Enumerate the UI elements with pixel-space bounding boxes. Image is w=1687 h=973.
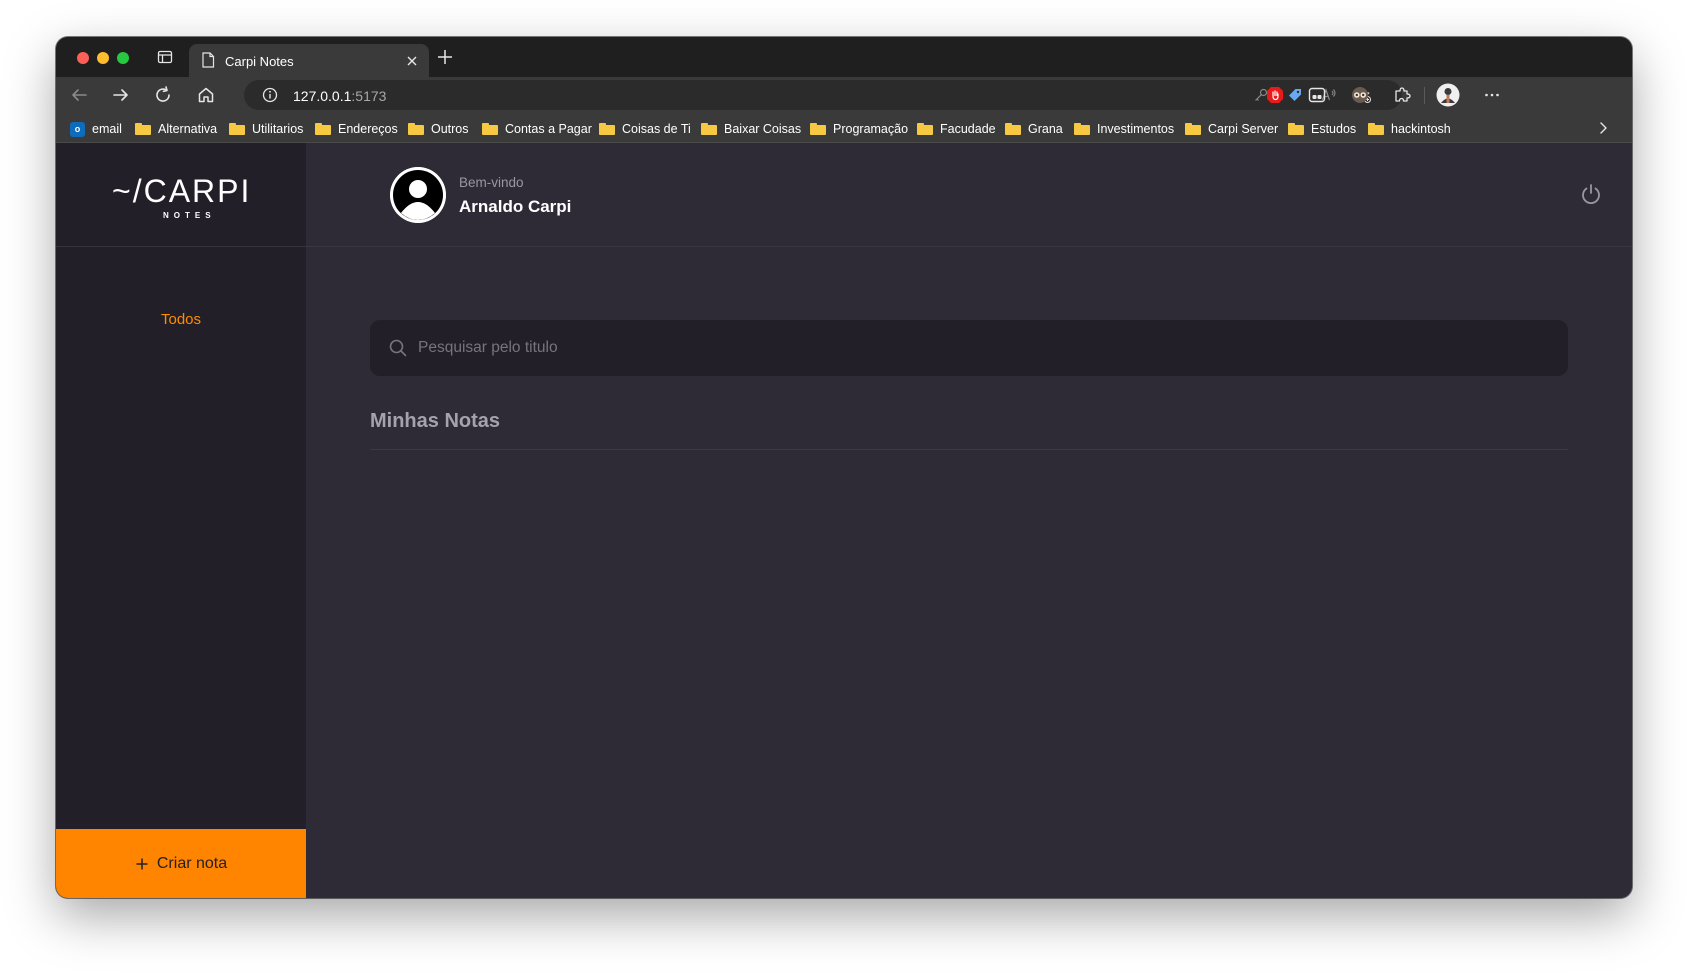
brand: ~/CARPI NOTES [56, 143, 306, 247]
folder-icon [135, 123, 151, 135]
browser-window: Carpi Notes 127.0.0.1:5173 o email Alter… [56, 37, 1632, 898]
address-bar[interactable]: 127.0.0.1:5173 [244, 80, 1402, 110]
folder-icon [1368, 123, 1384, 135]
close-tab-icon[interactable] [405, 54, 419, 68]
section-title: Minhas Notas [370, 410, 1568, 450]
bookmark-label: Outros [431, 122, 469, 136]
bookmark-folder[interactable]: Baixar Coisas [701, 120, 801, 138]
sidebar: ~/CARPI NOTES Todos Criar nota [56, 143, 306, 898]
browser-toolbar: 127.0.0.1:5173 [56, 77, 1632, 114]
url-port: :5173 [351, 88, 387, 104]
bookmark-label: Contas a Pagar [505, 122, 592, 136]
bookmark-label: Alternativa [158, 122, 218, 136]
main-content: Minhas Notas [306, 247, 1632, 898]
plus-icon [136, 858, 148, 869]
search-box [370, 320, 1568, 376]
bookmark-folder[interactable]: Outros [408, 120, 469, 138]
coupon-tag-icon[interactable] [1287, 87, 1303, 103]
folder-icon [315, 123, 331, 135]
url-host: 127.0.0.1 [293, 88, 352, 104]
adblock-extension-icon[interactable] [1265, 85, 1285, 105]
bookmark-folder[interactable]: Programação [810, 120, 908, 138]
app-root: ~/CARPI NOTES Todos Criar nota Bem-vindo… [56, 143, 1632, 898]
bookmark-folder[interactable]: Facudade [917, 120, 996, 138]
bookmark-label: hackintosh [1391, 122, 1451, 136]
minimize-window-button[interactable] [97, 52, 109, 64]
folder-icon [1074, 123, 1090, 135]
outlook-icon: o [70, 121, 85, 137]
page-icon [202, 52, 215, 68]
screen-extension-icon[interactable] [1307, 85, 1327, 105]
bookmark-folder[interactable]: Coisas de Ti [599, 120, 691, 138]
user-avatar-icon [390, 167, 446, 223]
folder-icon [917, 123, 933, 135]
more-menu-icon[interactable] [1482, 85, 1502, 105]
back-icon[interactable] [69, 85, 89, 105]
bookmark-folder[interactable]: Estudos [1288, 120, 1356, 138]
folder-icon [810, 123, 826, 135]
sidebar-item-todos[interactable]: Todos [56, 311, 306, 328]
bookmark-folder[interactable]: Utilitarios [229, 120, 303, 138]
user-name: Arnaldo Carpi [459, 197, 572, 216]
bookmark-label: Programação [833, 122, 909, 136]
forward-icon[interactable] [111, 85, 131, 105]
logo-subtitle: NOTES [163, 211, 216, 220]
app-header: Bem-vindo Arnaldo Carpi [306, 143, 1632, 247]
folder-icon [1185, 123, 1201, 135]
welcome-text: Bem-vindo [459, 175, 524, 190]
bookmark-label: Utilitarios [252, 122, 304, 136]
chevron-right-icon[interactable] [1596, 121, 1610, 135]
extensions-puzzle-icon[interactable] [1392, 85, 1412, 105]
bookmarks-bar: o email Alternativa Utilitarios Endereço… [56, 114, 1632, 143]
folder-icon [599, 123, 615, 135]
tab-actions-icon[interactable] [157, 49, 173, 65]
profile-avatar-icon[interactable] [1436, 83, 1460, 107]
bookmark-label: email [92, 122, 122, 136]
folder-icon [482, 123, 498, 135]
bookmark-folder[interactable]: Grana [1005, 120, 1063, 138]
bookmark-label: Baixar Coisas [724, 122, 802, 136]
new-tab-icon[interactable] [436, 48, 454, 66]
bookmark-folder[interactable]: hackintosh [1368, 120, 1451, 138]
bookmark-label: Investimentos [1097, 122, 1175, 136]
folder-icon [229, 123, 245, 135]
logo: ~/CARPI [112, 173, 252, 209]
bookmark-label: Carpi Server [1208, 122, 1279, 136]
create-note-label: Criar nota [156, 854, 228, 872]
bookmark-label: Grana [1028, 122, 1063, 136]
bookmark-email[interactable]: o email [70, 120, 122, 138]
folder-icon [1288, 123, 1304, 135]
url-text[interactable]: 127.0.0.1:5173 [293, 88, 386, 104]
reload-icon[interactable] [153, 85, 173, 105]
bookmark-label: Facudade [940, 122, 996, 136]
search-input[interactable] [418, 320, 1548, 376]
create-note-button[interactable]: Criar nota [56, 829, 306, 898]
home-icon[interactable] [196, 85, 216, 105]
browser-tab-active[interactable]: Carpi Notes [189, 44, 429, 77]
bookmark-folder[interactable]: Carpi Server [1185, 120, 1278, 138]
folder-icon [408, 123, 424, 135]
search-icon [389, 339, 407, 357]
avatar [390, 167, 446, 223]
bookmark-label: Coisas de Ti [622, 122, 691, 136]
bookmark-folder[interactable]: Investimentos [1074, 120, 1174, 138]
glasses-extension-icon[interactable] [1350, 85, 1370, 105]
bookmark-label: Endereços [338, 122, 398, 136]
zoom-window-button[interactable] [117, 52, 129, 64]
tab-title: Carpi Notes [225, 54, 294, 69]
bookmark-label: Estudos [1311, 122, 1357, 136]
site-info-icon[interactable] [262, 87, 278, 103]
power-icon[interactable] [1579, 182, 1603, 206]
browser-tabstrip: Carpi Notes [56, 37, 1632, 77]
folder-icon [1005, 123, 1021, 135]
toolbar-divider [1424, 87, 1425, 104]
folder-icon [701, 123, 717, 135]
bookmark-folder[interactable]: Endereços [315, 120, 398, 138]
close-window-button[interactable] [77, 52, 89, 64]
bookmark-folder[interactable]: Contas a Pagar [482, 120, 592, 138]
bookmark-folder[interactable]: Alternativa [135, 120, 217, 138]
